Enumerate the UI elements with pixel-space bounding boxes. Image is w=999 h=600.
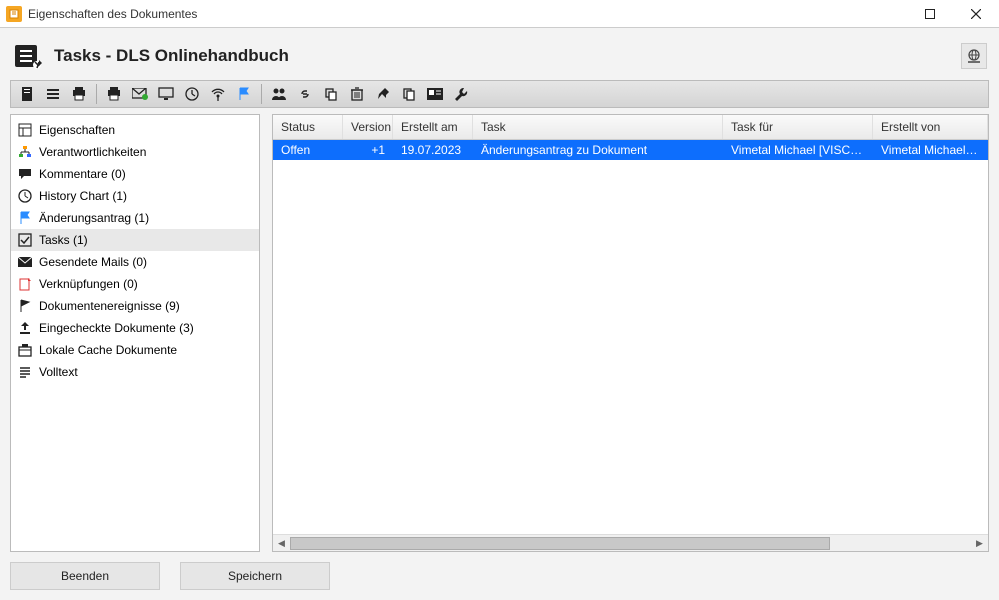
header-row: Tasks - DLS Onlinehandbuch <box>10 36 989 74</box>
th-status[interactable]: Status <box>273 115 343 139</box>
toolbar-paste-icon[interactable] <box>397 82 421 106</box>
toolbar-print2-icon[interactable] <box>102 82 126 106</box>
sidebar-item-label: Dokumentenereignisse (9) <box>39 299 180 313</box>
toolbar-monitor-icon[interactable] <box>154 82 178 106</box>
sidebar-item-cache[interactable]: Lokale Cache Dokumente <box>11 339 259 361</box>
properties-icon <box>17 122 33 138</box>
toolbar-copy-icon[interactable] <box>319 82 343 106</box>
toolbar-card-icon[interactable] <box>423 82 447 106</box>
text-icon <box>17 364 33 380</box>
speichern-button[interactable]: Speichern <box>180 562 330 590</box>
th-erstellt-von[interactable]: Erstellt von <box>873 115 988 139</box>
sidebar-item-label: Kommentare (0) <box>39 167 126 181</box>
sidebar-item-history[interactable]: History Chart (1) <box>11 185 259 207</box>
sidebar-item-label: Volltext <box>39 365 78 379</box>
tasks-icon <box>17 232 33 248</box>
sidebar-item-verknuepfungen[interactable]: Verknüpfungen (0) <box>11 273 259 295</box>
th-version[interactable]: Version <box>343 115 393 139</box>
flag-outline-icon <box>17 298 33 314</box>
globe-button[interactable] <box>961 43 987 69</box>
sidebar-item-label: Verantwortlichkeiten <box>39 145 146 159</box>
sidebar-item-label: Eingecheckte Dokumente (3) <box>39 321 194 335</box>
toolbar <box>10 80 989 108</box>
toolbar-properties-icon[interactable] <box>15 82 39 106</box>
upload-icon <box>17 320 33 336</box>
content-row: Eigenschaften Verantwortlichkeiten Komme… <box>10 114 989 552</box>
toolbar-mail-icon[interactable] <box>128 82 152 106</box>
footer-row: Beenden Speichern <box>10 558 989 590</box>
sidebar-item-verantwortlichkeiten[interactable]: Verantwortlichkeiten <box>11 141 259 163</box>
toolbar-wrench-icon[interactable] <box>449 82 473 106</box>
toolbar-separator <box>261 84 262 104</box>
flag-icon <box>17 210 33 226</box>
cache-icon <box>17 342 33 358</box>
sidebar-item-tasks[interactable]: Tasks (1) <box>11 229 259 251</box>
sidebar-item-label: Änderungsantrag (1) <box>39 211 149 225</box>
td-task: Änderungsantrag zu Dokument <box>473 140 723 160</box>
beenden-button[interactable]: Beenden <box>10 562 160 590</box>
sidebar-item-aenderungsantrag[interactable]: Änderungsantrag (1) <box>11 207 259 229</box>
comment-icon <box>17 166 33 182</box>
titlebar-text: Eigenschaften des Dokumentes <box>28 7 907 21</box>
table-header: Status Version Erstellt am Task Task für… <box>273 115 988 140</box>
toolbar-link-icon[interactable] <box>293 82 317 106</box>
sidebar: Eigenschaften Verantwortlichkeiten Komme… <box>10 114 260 552</box>
td-erstellt-von: Vimetal Michael [VI <box>873 140 988 160</box>
td-erstellt-am: 19.07.2023 <box>393 140 473 160</box>
tasks-header-icon <box>12 40 44 72</box>
sidebar-item-volltext[interactable]: Volltext <box>11 361 259 383</box>
scroll-thumb[interactable] <box>290 537 830 550</box>
toolbar-print-icon[interactable] <box>67 82 91 106</box>
td-task-fuer: Vimetal Michael [VISCOM] <box>723 140 873 160</box>
toolbar-users-icon[interactable] <box>267 82 291 106</box>
titlebar-controls <box>907 0 999 28</box>
scroll-right-button[interactable]: ▶ <box>971 535 988 552</box>
page-title: Tasks - DLS Onlinehandbuch <box>54 46 951 66</box>
table-panel: Status Version Erstellt am Task Task für… <box>272 114 989 552</box>
th-task[interactable]: Task <box>473 115 723 139</box>
sidebar-item-label: Gesendete Mails (0) <box>39 255 147 269</box>
link-icon <box>17 276 33 292</box>
sidebar-item-label: Tasks (1) <box>39 233 88 247</box>
sidebar-item-ereignisse[interactable]: Dokumentenereignisse (9) <box>11 295 259 317</box>
sidebar-item-label: Eigenschaften <box>39 123 115 137</box>
table-row[interactable]: Offen +1 19.07.2023 Änderungsantrag zu D… <box>273 140 988 160</box>
maximize-button[interactable] <box>907 0 953 28</box>
th-task-fuer[interactable]: Task für <box>723 115 873 139</box>
td-version: +1 <box>343 140 393 160</box>
sidebar-item-label: Verknüpfungen (0) <box>39 277 138 291</box>
titlebar: Eigenschaften des Dokumentes <box>0 0 999 28</box>
toolbar-delete-icon[interactable] <box>345 82 369 106</box>
mail-icon <box>17 254 33 270</box>
sidebar-item-label: Lokale Cache Dokumente <box>39 343 177 357</box>
sidebar-item-kommentare[interactable]: Kommentare (0) <box>11 163 259 185</box>
sidebar-item-mails[interactable]: Gesendete Mails (0) <box>11 251 259 273</box>
org-icon <box>17 144 33 160</box>
table-body: Offen +1 19.07.2023 Änderungsantrag zu D… <box>273 140 988 534</box>
sidebar-item-label: History Chart (1) <box>39 189 127 203</box>
sidebar-item-eingecheckte[interactable]: Eingecheckte Dokumente (3) <box>11 317 259 339</box>
sidebar-item-eigenschaften[interactable]: Eigenschaften <box>11 119 259 141</box>
th-erstellt-am[interactable]: Erstellt am <box>393 115 473 139</box>
app-icon <box>6 6 22 22</box>
td-status: Offen <box>273 140 343 160</box>
toolbar-antenna-icon[interactable] <box>206 82 230 106</box>
toolbar-separator <box>96 84 97 104</box>
clock-icon <box>17 188 33 204</box>
main-container: Tasks - DLS Onlinehandbuch Eigenschaften <box>0 28 999 600</box>
close-button[interactable] <box>953 0 999 28</box>
scroll-left-button[interactable]: ◀ <box>273 535 290 552</box>
toolbar-flag-icon[interactable] <box>232 82 256 106</box>
toolbar-pin-icon[interactable] <box>371 82 395 106</box>
toolbar-clock-icon[interactable] <box>180 82 204 106</box>
toolbar-list-icon[interactable] <box>41 82 65 106</box>
horizontal-scrollbar[interactable]: ◀ ▶ <box>273 534 988 551</box>
